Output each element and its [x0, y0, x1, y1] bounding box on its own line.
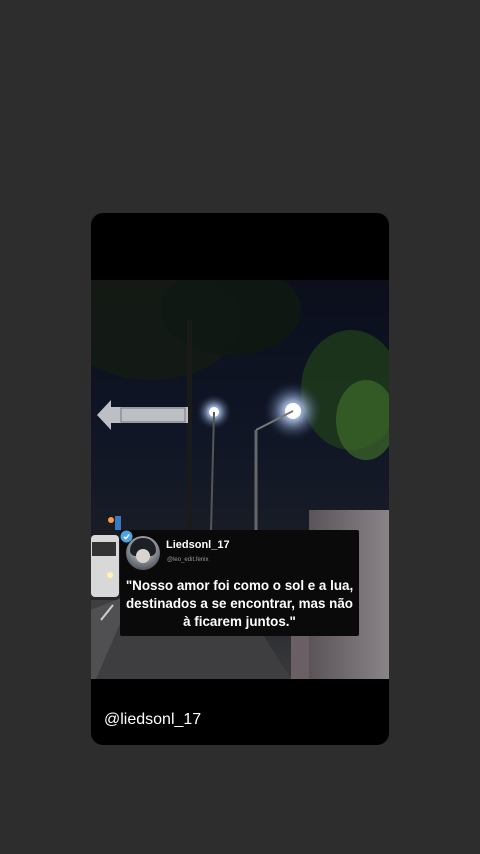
tweet-username: Liedsonl_17 — [166, 539, 230, 551]
tweet-card: Liedsonl_17 @leo_edit.fenix "Nosso amor … — [120, 530, 359, 636]
night-street-photo: Liedsonl_17 @leo_edit.fenix "Nosso amor … — [91, 280, 389, 679]
story-card: Liedsonl_17 @leo_edit.fenix "Nosso amor … — [91, 213, 389, 745]
tweet-quote-text: "Nosso amor foi como o sol e a lua, dest… — [125, 578, 354, 629]
story-author-handle[interactable]: @liedsonl_17 — [104, 711, 201, 729]
verified-badge-icon — [120, 530, 133, 543]
tweet-handle: @leo_edit.fenix — [167, 557, 209, 563]
